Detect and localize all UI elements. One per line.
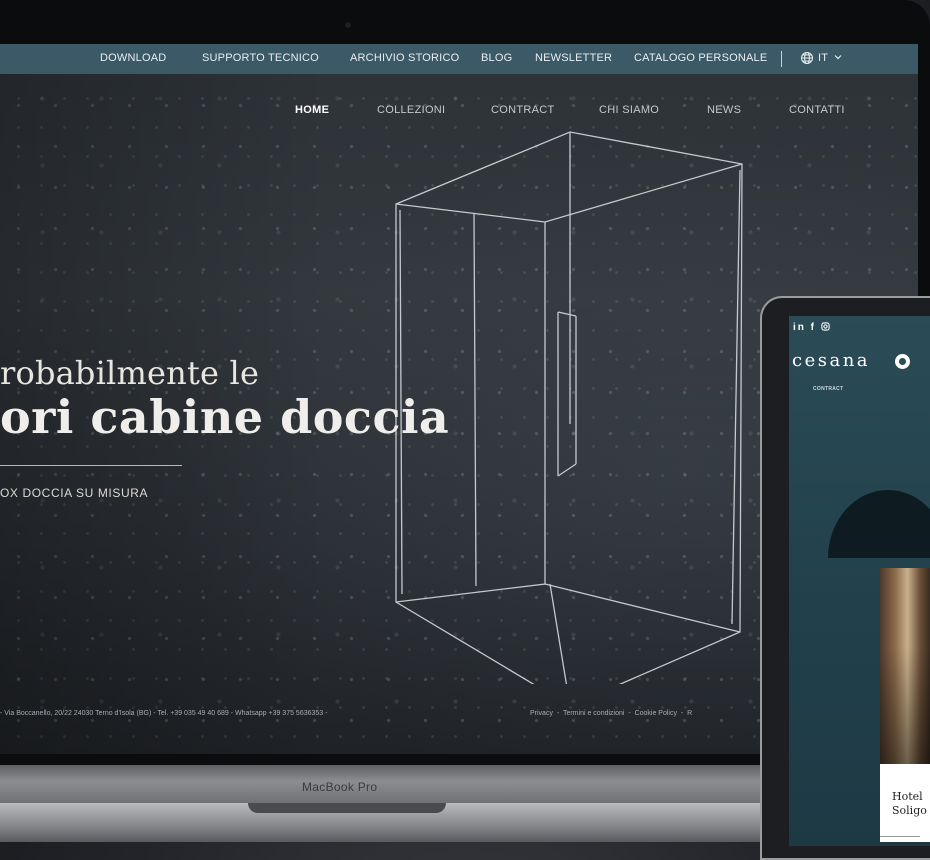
camera-icon xyxy=(345,22,351,28)
topbar-archivio-storico[interactable]: ARCHIVIO STORICO xyxy=(350,52,459,64)
footer-link-termini[interactable]: Termini e condizioni xyxy=(563,710,624,717)
nav-contatti[interactable]: CONTATTI xyxy=(789,104,845,116)
hero-divider xyxy=(0,465,182,466)
laptop-model-label: MacBook Pro xyxy=(302,780,378,794)
topbar-download[interactable]: DOWNLOAD xyxy=(100,52,166,64)
facebook-icon[interactable]: f xyxy=(811,322,816,333)
nav-news[interactable]: NEWS xyxy=(707,104,741,116)
topbar-blog[interactable]: BLOG xyxy=(481,52,512,64)
nav-contract[interactable]: CONTRACT xyxy=(491,104,555,116)
nav-chi-siamo[interactable]: CHI SIAMO xyxy=(599,104,659,116)
footer-links: Privacy - Termini e condizioni - Cookie … xyxy=(530,710,693,717)
tablet-social-icons: in f xyxy=(793,322,830,333)
topbar-catalogo-personale[interactable]: CATALOGO PERSONALE xyxy=(634,52,767,64)
footer-link-cookie-policy[interactable]: Cookie Policy xyxy=(635,710,677,717)
laptop-hinge xyxy=(0,765,780,805)
tablet-nav-contract[interactable]: CONTRACT xyxy=(813,386,843,392)
topbar: DOWNLOAD SUPPORTO TECNICO ARCHIVIO STORI… xyxy=(0,44,918,74)
linkedin-icon[interactable]: in xyxy=(793,322,806,333)
tablet-logo[interactable]: cesana xyxy=(792,350,870,371)
footer-link-truncated[interactable]: R xyxy=(687,710,692,717)
laptop-notch xyxy=(248,803,446,813)
globe-icon[interactable] xyxy=(800,51,814,68)
logo-mark-icon xyxy=(895,354,910,369)
topbar-newsletter[interactable]: NEWSLETTER xyxy=(535,52,612,64)
language-selector[interactable]: IT xyxy=(818,52,828,64)
nav-collezioni[interactable]: COLLEZIONI xyxy=(377,104,445,116)
chevron-down-icon[interactable] xyxy=(834,52,842,64)
hero-heading-line1: robabilmente le xyxy=(0,354,260,392)
hero-heading-line2: ori cabine doccia xyxy=(0,390,450,444)
footer-link-privacy[interactable]: Privacy xyxy=(530,710,553,717)
nav-home[interactable]: HOME xyxy=(295,104,329,116)
footer-address: - Via Boccanello, 20/22 24030 Terno d'Is… xyxy=(0,710,328,717)
tablet-hotel-photo[interactable] xyxy=(880,568,930,764)
topbar-divider xyxy=(781,51,782,67)
instagram-icon[interactable] xyxy=(821,322,830,333)
hero-subtitle: OX DOCCIA SU MISURA xyxy=(0,486,149,500)
topbar-supporto-tecnico[interactable]: SUPPORTO TECNICO xyxy=(202,52,319,64)
tablet-card-title: Hotel Soligo xyxy=(892,790,927,817)
